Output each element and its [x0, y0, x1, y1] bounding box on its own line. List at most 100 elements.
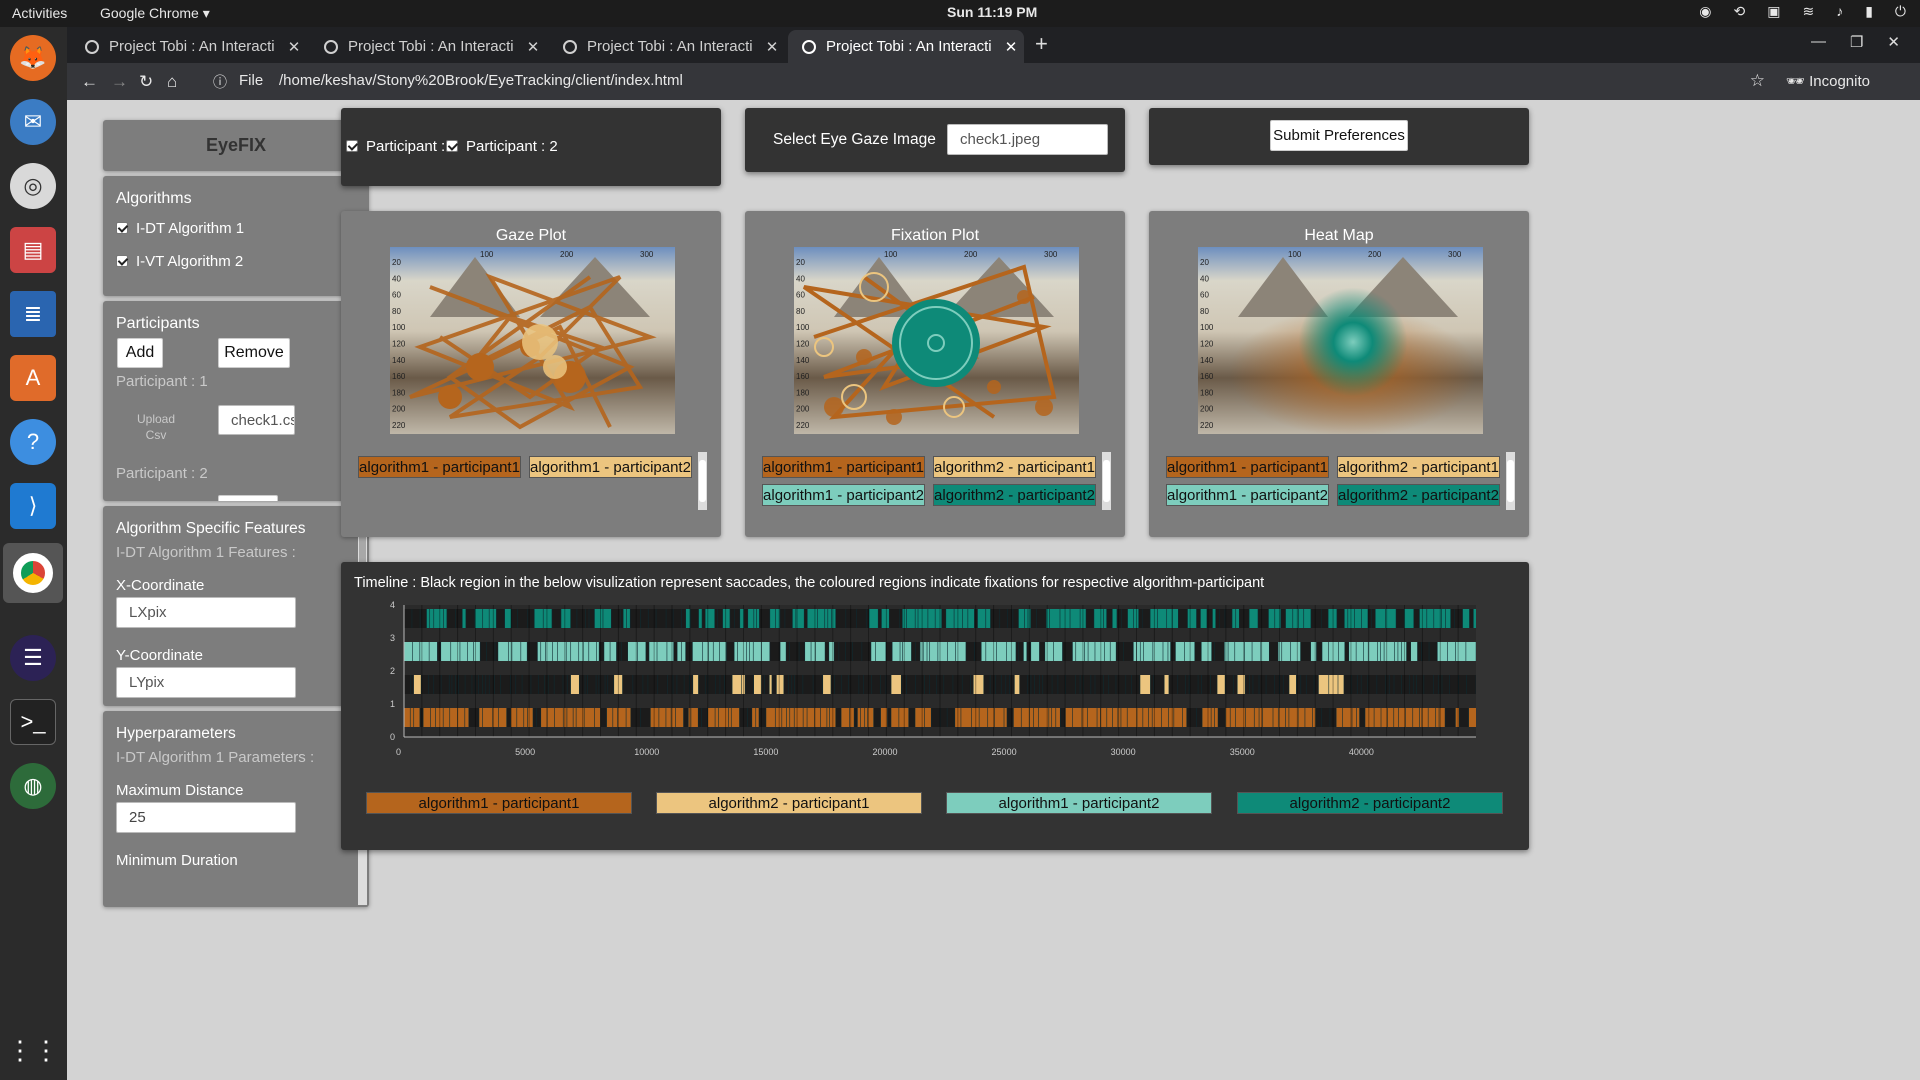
browser-tab[interactable]: Project Tobi : An Interacti ✕ — [310, 30, 546, 63]
fixation-plot-image[interactable]: 100 200 300 20 40 60 80 100 120 140 160 180 200 220 — [794, 247, 1079, 434]
battery-icon[interactable]: ▮ — [1865, 3, 1873, 20]
timeline-segment — [1095, 675, 1104, 694]
browser-tab[interactable]: Project Tobi : An Interacti ✕ — [549, 30, 785, 63]
close-window-icon[interactable]: ✕ — [1887, 33, 1900, 51]
timeline-segment — [587, 675, 596, 694]
browser-tab-active[interactable]: Project Tobi : An Interacti ✕ — [788, 30, 1024, 63]
close-icon[interactable]: ✕ — [998, 38, 1024, 56]
timeline-segment — [891, 675, 901, 694]
y-coordinate-field[interactable]: LYpix — [116, 667, 296, 698]
timeline-segment — [865, 708, 868, 727]
algorithm-item[interactable]: I-DT Algorithm 1 — [116, 220, 244, 237]
reload-icon[interactable]: ↻ — [139, 72, 153, 92]
thunderbird-icon[interactable]: ✉ — [10, 99, 56, 145]
timeline-segment — [828, 609, 832, 628]
timeline-segment — [1375, 609, 1386, 628]
system-tray[interactable]: ◉ ⟲ ▣ ≋ ♪ ▮ ⏻ — [1699, 3, 1906, 20]
y-tick-label: 2 — [390, 666, 395, 676]
gaze-plot-image[interactable]: 100 200 300 20 40 60 80 100 120 140 160 180 200 220 — [390, 247, 675, 434]
scrollbar-thumb[interactable] — [1103, 460, 1110, 502]
timeline-chart[interactable]: 0 5000 10000 15000 20000 25000 30000 35000 40000… — [381, 600, 1481, 770]
legend-scrollbar[interactable] — [1102, 452, 1111, 510]
volume-icon[interactable]: ♪ — [1836, 3, 1843, 20]
home-icon[interactable]: ⌂ — [167, 72, 177, 92]
terminal-icon[interactable]: >_ — [10, 699, 56, 745]
new-tab-button[interactable]: + — [1035, 31, 1048, 57]
add-participant-button[interactable]: Add — [117, 338, 163, 368]
x-coordinate-field[interactable]: LXpix — [116, 597, 296, 628]
timeline-segment — [1285, 708, 1289, 727]
checkbox-checked[interactable] — [116, 255, 128, 267]
checkbox-checked[interactable] — [116, 222, 128, 234]
checkbox-checked[interactable] — [446, 140, 458, 152]
checkbox-checked[interactable] — [346, 140, 358, 152]
close-icon[interactable]: ✕ — [281, 38, 307, 56]
forward-icon[interactable]: → — [111, 72, 128, 92]
close-icon[interactable]: ✕ — [520, 38, 546, 56]
software-icon[interactable]: A — [10, 355, 56, 401]
legend-scrollbar[interactable] — [1506, 452, 1515, 510]
participant-toggle[interactable]: Participant : 1 — [346, 138, 458, 155]
sync-icon[interactable]: ⟲ — [1734, 3, 1746, 20]
timeline-segment — [673, 675, 677, 694]
activities-button[interactable]: Activities — [12, 5, 67, 21]
timeline-segment — [1466, 642, 1476, 661]
vscode-icon[interactable]: ⟩ — [10, 483, 56, 529]
upload-csv-label[interactable]: Upload Csv — [125, 411, 187, 443]
minimize-icon[interactable]: — — [1811, 33, 1826, 51]
help-icon[interactable]: ? — [10, 419, 56, 465]
timeline-segment — [823, 675, 831, 694]
timeline-segment — [770, 609, 776, 628]
timeline-segment — [657, 642, 667, 661]
legend-scrollbar[interactable] — [698, 452, 707, 510]
participant-toggle[interactable]: Participant : 2 — [446, 138, 558, 155]
heat-map-image[interactable]: 100 200 300 20 40 60 80 100 120 140 160 180 200 220 — [1198, 247, 1483, 434]
scrollbar-thumb[interactable] — [699, 460, 706, 502]
app-menu[interactable]: Google Chrome ▾ — [100, 5, 210, 22]
timeline-segment — [807, 708, 815, 727]
chrome-icon[interactable] — [3, 543, 63, 603]
submit-preferences-button[interactable]: Submit Preferences — [1270, 120, 1408, 151]
timeline-segment — [1422, 708, 1428, 727]
show-apps-icon[interactable]: ⋮⋮ — [7, 1027, 59, 1073]
image-select-field[interactable]: check1.jpeg — [947, 124, 1108, 155]
hyperparameters-panel: Hyperparameters I-DT Algorithm 1 Paramet… — [103, 711, 369, 907]
timeline-segment — [1039, 642, 1045, 661]
globe-icon — [324, 39, 338, 54]
timeline-segment — [1039, 675, 1043, 694]
add-participant-button-2[interactable] — [218, 495, 278, 501]
files-icon[interactable]: ▤ — [10, 227, 56, 273]
timeline-segment — [617, 708, 626, 727]
timeline-segment — [1235, 642, 1245, 661]
timeline-segment — [899, 609, 902, 628]
close-icon[interactable]: ✕ — [759, 38, 785, 56]
incognito-badge[interactable]: 🕶 Incognito — [1786, 72, 1870, 90]
browser-tab[interactable]: Project Tobi : An Interacti ✕ — [71, 30, 307, 63]
eclipse-icon[interactable]: ☰ — [10, 635, 56, 681]
zoom-icon[interactable]: ▣ — [1767, 3, 1780, 20]
y-tick-label: 1 — [390, 699, 395, 709]
star-icon[interactable]: ☆ — [1750, 71, 1765, 91]
algorithm-item[interactable]: I-VT Algorithm 2 — [116, 253, 243, 270]
rhythmbox-icon[interactable]: ◎ — [10, 163, 56, 209]
csv-file-input[interactable]: check1.csv — [218, 405, 295, 435]
url-field[interactable]: /home/keshav/Stony%20Brook/EyeTracking/c… — [279, 72, 683, 89]
dock: 🦊 ✉ ◎ ▤ ≣ A ? ⟩ ☰ >_ ◍ ⋮⋮ — [0, 27, 67, 1080]
timeline-segment — [1052, 708, 1056, 727]
scrollbar-thumb[interactable] — [1507, 460, 1514, 502]
wifi-icon[interactable]: ≋ — [1802, 3, 1814, 20]
timeline-segment — [718, 708, 729, 727]
power-icon[interactable]: ⏻ — [1895, 3, 1906, 20]
writer-icon[interactable]: ≣ — [10, 291, 56, 337]
info-icon[interactable]: ⓘ — [213, 72, 227, 92]
maximize-icon[interactable]: ❐ — [1850, 33, 1863, 51]
chrome-tray-icon[interactable]: ◉ — [1699, 3, 1711, 20]
remove-participant-button[interactable]: Remove — [218, 338, 290, 368]
timeline-segment — [931, 708, 940, 727]
firefox-icon[interactable]: 🦊 — [10, 35, 56, 81]
clock[interactable]: Sun 11:19 PM — [947, 4, 1037, 20]
timeline-segment — [643, 675, 648, 694]
back-icon[interactable]: ← — [81, 72, 98, 92]
globe-icon[interactable]: ◍ — [10, 763, 56, 809]
max-distance-field[interactable]: 25 — [116, 802, 296, 833]
